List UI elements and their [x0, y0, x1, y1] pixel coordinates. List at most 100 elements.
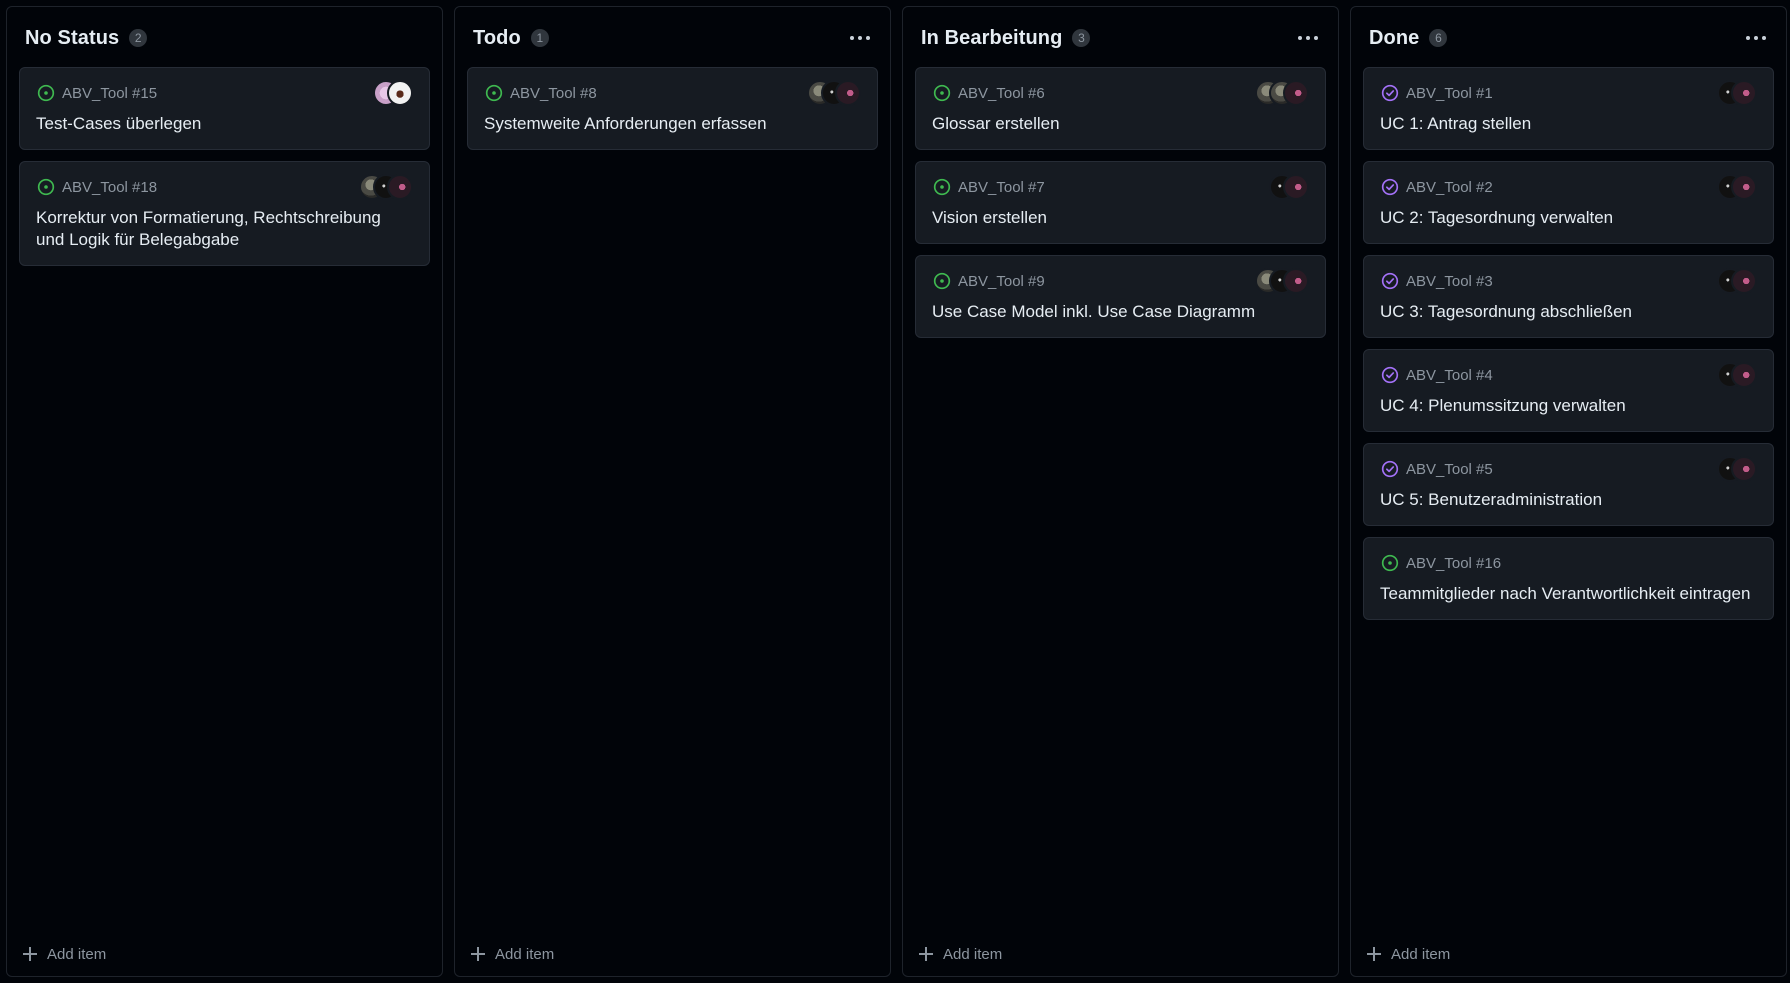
- column-count-badge: 2: [129, 29, 148, 47]
- avatar: [1283, 268, 1309, 294]
- assignee-avatars[interactable]: [1717, 456, 1757, 482]
- avatar: [1283, 80, 1309, 106]
- issue-closed-icon: [1380, 365, 1400, 385]
- column-menu-icon[interactable]: [1296, 32, 1320, 44]
- avatar: [1731, 268, 1757, 294]
- assignee-avatars[interactable]: [1269, 174, 1309, 200]
- avatar: [1731, 174, 1757, 200]
- assignee-avatars[interactable]: [373, 80, 413, 106]
- avatar: [1731, 456, 1757, 482]
- add-item-label: Add item: [943, 945, 1003, 963]
- issue-open-icon: [36, 83, 56, 103]
- card-list: ABV_Tool #15 Test-Cases überlegen ABV_To…: [19, 67, 430, 266]
- issue-card[interactable]: ABV_Tool #4 UC 4: Plenumssitzung verwalt…: [1363, 349, 1774, 432]
- issue-closed-icon: [1380, 83, 1400, 103]
- assignee-avatars[interactable]: [359, 174, 413, 200]
- issue-title-link[interactable]: Glossar erstellen: [932, 113, 1309, 135]
- issue-id: ABV_Tool #15: [62, 84, 158, 102]
- issue-open-icon: [932, 177, 952, 197]
- column-count-badge: 3: [1072, 29, 1091, 47]
- avatar: [1731, 80, 1757, 106]
- column-title: No Status: [25, 26, 120, 49]
- assignee-avatars[interactable]: [1255, 80, 1309, 106]
- issue-title-link[interactable]: UC 5: Benutzeradministration: [1380, 489, 1757, 511]
- issue-closed-icon: [1380, 459, 1400, 479]
- issue-title-link[interactable]: Test-Cases überlegen: [36, 113, 413, 135]
- assignee-avatars[interactable]: [1717, 80, 1757, 106]
- issue-card[interactable]: ABV_Tool #6 Glossar erstellen: [915, 67, 1326, 150]
- issue-card[interactable]: ABV_Tool #15 Test-Cases überlegen: [19, 67, 430, 150]
- issue-id: ABV_Tool #3: [1406, 272, 1493, 290]
- issue-title-link[interactable]: Teammitglieder nach Verantwortlichkeit e…: [1380, 583, 1757, 605]
- issue-closed-icon: [1380, 271, 1400, 291]
- issue-card[interactable]: ABV_Tool #9 Use Case Model inkl. Use Cas…: [915, 255, 1326, 338]
- column-todo: Todo 1 ABV_Tool #8 Systemweite Anforderu…: [454, 6, 891, 977]
- issue-card[interactable]: ABV_Tool #5 UC 5: Benutzeradministration: [1363, 443, 1774, 526]
- plus-icon: [471, 947, 485, 961]
- avatar: [387, 174, 413, 200]
- issue-title-link[interactable]: UC 1: Antrag stellen: [1380, 113, 1757, 135]
- issue-open-icon: [932, 83, 952, 103]
- column-header: No Status 2: [19, 21, 430, 55]
- avatar: [387, 80, 413, 106]
- issue-card[interactable]: ABV_Tool #18 Korrektur von Formatierung,…: [19, 161, 430, 266]
- assignee-avatars[interactable]: [1717, 174, 1757, 200]
- issue-id: ABV_Tool #1: [1406, 84, 1493, 102]
- column-count-badge: 6: [1429, 29, 1448, 47]
- column-in-bearbeitung: In Bearbeitung 3 ABV_Tool #6 Glossar ers…: [902, 6, 1339, 977]
- add-item-button[interactable]: Add item: [23, 942, 106, 966]
- card-list: ABV_Tool #1 UC 1: Antrag stellen ABV_Too…: [1363, 67, 1774, 620]
- issue-open-icon: [1380, 553, 1400, 573]
- issue-card[interactable]: ABV_Tool #2 UC 2: Tagesordnung verwalten: [1363, 161, 1774, 244]
- issue-id: ABV_Tool #18: [62, 178, 158, 196]
- column-done: Done 6 ABV_Tool #1 UC 1: Antrag stellen …: [1350, 6, 1787, 977]
- card-list: ABV_Tool #8 Systemweite Anforderungen er…: [467, 67, 878, 150]
- column-menu-icon[interactable]: [1744, 32, 1768, 44]
- issue-title-link[interactable]: Vision erstellen: [932, 207, 1309, 229]
- issue-id: ABV_Tool #7: [958, 178, 1045, 196]
- issue-card[interactable]: ABV_Tool #8 Systemweite Anforderungen er…: [467, 67, 878, 150]
- issue-id: ABV_Tool #9: [958, 272, 1045, 290]
- issue-id: ABV_Tool #8: [510, 84, 597, 102]
- issue-open-icon: [484, 83, 504, 103]
- issue-card[interactable]: ABV_Tool #7 Vision erstellen: [915, 161, 1326, 244]
- assignee-avatars[interactable]: [807, 80, 861, 106]
- assignee-avatars[interactable]: [1717, 362, 1757, 388]
- assignee-avatars[interactable]: [1717, 268, 1757, 294]
- column-title: Todo: [473, 26, 521, 49]
- project-board: No Status 2 ABV_Tool #15 Test-Cases über…: [0, 0, 1790, 983]
- issue-title-link[interactable]: Korrektur von Formatierung, Rechtschreib…: [36, 207, 413, 251]
- add-item-label: Add item: [495, 945, 555, 963]
- issue-id: ABV_Tool #5: [1406, 460, 1493, 478]
- issue-id: ABV_Tool #2: [1406, 178, 1493, 196]
- column-menu-icon[interactable]: [848, 32, 872, 44]
- column-header: Done 6: [1363, 21, 1774, 55]
- issue-open-icon: [932, 271, 952, 291]
- issue-open-icon: [36, 177, 56, 197]
- issue-id: ABV_Tool #6: [958, 84, 1045, 102]
- issue-id: ABV_Tool #16: [1406, 554, 1502, 572]
- issue-title-link[interactable]: UC 3: Tagesordnung abschließen: [1380, 301, 1757, 323]
- issue-title-link[interactable]: UC 4: Plenumssitzung verwalten: [1380, 395, 1757, 417]
- column-title: In Bearbeitung: [921, 26, 1063, 49]
- avatar: [1731, 362, 1757, 388]
- card-list: ABV_Tool #6 Glossar erstellen ABV_Tool #…: [915, 67, 1326, 338]
- column-title: Done: [1369, 26, 1420, 49]
- column-no-status: No Status 2 ABV_Tool #15 Test-Cases über…: [6, 6, 443, 977]
- issue-title-link[interactable]: UC 2: Tagesordnung verwalten: [1380, 207, 1757, 229]
- issue-card[interactable]: ABV_Tool #1 UC 1: Antrag stellen: [1363, 67, 1774, 150]
- issue-title-link[interactable]: Use Case Model inkl. Use Case Diagramm: [932, 301, 1309, 323]
- plus-icon: [919, 947, 933, 961]
- issue-card[interactable]: ABV_Tool #16 Teammitglieder nach Verantw…: [1363, 537, 1774, 620]
- add-item-label: Add item: [47, 945, 107, 963]
- add-item-label: Add item: [1391, 945, 1451, 963]
- add-item-button[interactable]: Add item: [1367, 942, 1450, 966]
- add-item-button[interactable]: Add item: [919, 942, 1002, 966]
- assignee-avatars[interactable]: [1255, 268, 1309, 294]
- avatar: [835, 80, 861, 106]
- add-item-button[interactable]: Add item: [471, 942, 554, 966]
- issue-title-link[interactable]: Systemweite Anforderungen erfassen: [484, 113, 861, 135]
- issue-card[interactable]: ABV_Tool #3 UC 3: Tagesordnung abschließ…: [1363, 255, 1774, 338]
- avatar: [1283, 174, 1309, 200]
- plus-icon: [1367, 947, 1381, 961]
